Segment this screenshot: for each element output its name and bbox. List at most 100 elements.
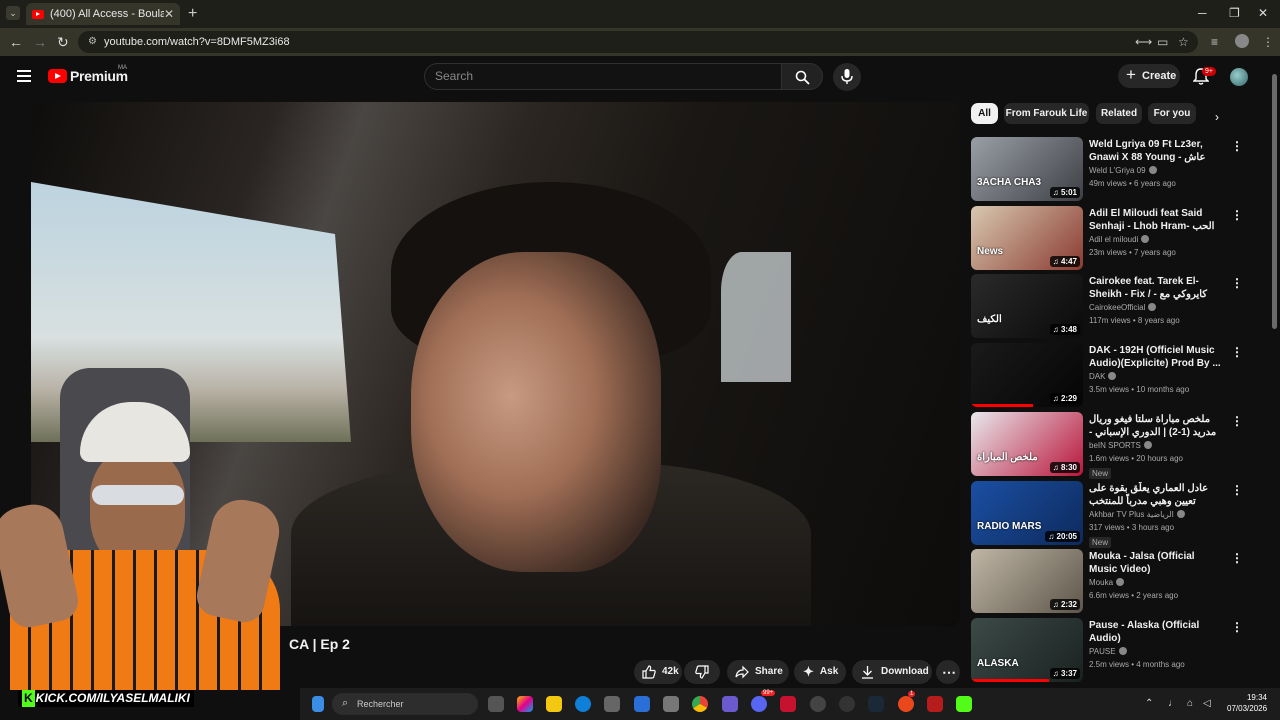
file-explorer-icon[interactable] bbox=[546, 696, 562, 712]
more-options-icon[interactable]: ⋮ bbox=[1231, 620, 1243, 634]
profile-avatar[interactable] bbox=[1235, 34, 1249, 48]
dislike-button[interactable] bbox=[684, 660, 720, 684]
video-thumbnail[interactable]: 3ACHA CHA3 ♫ 5:01 bbox=[971, 137, 1083, 201]
recommendation-title[interactable]: Adil El Miloudi feat Said Senhaji - Lhob… bbox=[1089, 207, 1223, 234]
obs-icon[interactable] bbox=[810, 696, 826, 712]
edge-icon[interactable] bbox=[575, 696, 591, 712]
discord-icon[interactable] bbox=[751, 696, 767, 712]
chips-next-icon[interactable]: › bbox=[1215, 110, 1219, 124]
channel-row[interactable]: Akhbar TV Plus الرياضية bbox=[1089, 510, 1185, 519]
more-actions-button[interactable]: ⋯ bbox=[936, 660, 960, 684]
search-input[interactable]: Search bbox=[424, 63, 782, 90]
recommendation-item[interactable]: ♫ 2:32 Mouka - Jalsa (Official Music Vide… bbox=[971, 549, 1271, 613]
channel-row[interactable]: Mouka bbox=[1089, 578, 1125, 587]
video-thumbnail[interactable]: News ♫ 4:47 bbox=[971, 206, 1083, 270]
tray-chevron-icon[interactable]: ⌃ bbox=[1145, 698, 1153, 709]
channel-row[interactable]: CairokeeOfficial bbox=[1089, 303, 1157, 312]
ask-button[interactable]: ✦ Ask bbox=[794, 660, 846, 684]
start-icon[interactable] bbox=[312, 696, 324, 712]
forward-icon[interactable]: → bbox=[33, 34, 47, 50]
app-2-icon[interactable] bbox=[839, 696, 855, 712]
reading-list-icon[interactable]: ≡ bbox=[1211, 35, 1218, 49]
channel-row[interactable]: Adil el miloudi bbox=[1089, 235, 1150, 244]
taskbar-search[interactable]: Rechercher bbox=[332, 693, 478, 715]
minimize-icon[interactable]: ─ bbox=[1198, 6, 1207, 20]
video-thumbnail[interactable]: الكيف ♫ 3:48 bbox=[971, 274, 1083, 338]
voice-search-button[interactable] bbox=[833, 63, 861, 91]
recommendation-item[interactable]: ALASKA ♫ 3:37 Pause - Alaska (Official Aud… bbox=[971, 618, 1271, 682]
channel-row[interactable]: DAK bbox=[1089, 372, 1117, 381]
video-thumbnail[interactable]: ♫ 2:29 bbox=[971, 343, 1083, 407]
recommendation-title[interactable]: Weld Lgriya 09 Ft Lz3er, Gnawi X 88 Youn… bbox=[1089, 138, 1223, 165]
more-options-icon[interactable]: ⋮ bbox=[1231, 208, 1243, 222]
store-icon[interactable] bbox=[604, 696, 620, 712]
recommendation-item[interactable]: RADIO MARS ♫ 20:05 عادل العماري يعلّق بقوة… bbox=[971, 481, 1271, 548]
url-field[interactable]: youtube.com/watch?v=8DMF5MZ3i68 bbox=[78, 31, 1198, 53]
video-thumbnail[interactable]: ALASKA ♫ 3:37 bbox=[971, 618, 1083, 682]
app-icon[interactable] bbox=[663, 696, 679, 712]
system-clock[interactable]: 19:34 07/03/2026 bbox=[1227, 692, 1267, 714]
new-tab-button[interactable]: + bbox=[188, 5, 197, 23]
volume-icon[interactable]: ◁ bbox=[1203, 698, 1211, 709]
recommendation-item[interactable]: ملخص المباراة ♫ 8:30 ملخص مباراة سلتا فيغو… bbox=[971, 412, 1271, 479]
site-info-icon[interactable]: ⚙ bbox=[88, 36, 97, 47]
download-button[interactable]: Download bbox=[852, 660, 932, 684]
back-icon[interactable]: ← bbox=[9, 34, 23, 50]
chrome-icon[interactable] bbox=[692, 696, 708, 712]
recommendation-item[interactable]: 3ACHA CHA3 ♫ 5:01 Weld Lgriya 09 Ft Lz3er,… bbox=[971, 137, 1271, 201]
guide-menu-icon[interactable] bbox=[17, 70, 31, 82]
share-button[interactable]: Share bbox=[727, 660, 789, 684]
recommendation-item[interactable]: News ♫ 4:47 Adil El Miloudi feat Said Senh… bbox=[971, 206, 1271, 270]
more-options-icon[interactable]: ⋮ bbox=[1231, 139, 1243, 153]
account-avatar[interactable] bbox=[1230, 68, 1248, 86]
task-view-icon[interactable] bbox=[488, 696, 504, 712]
tab-search-button[interactable]: ⌄ bbox=[6, 6, 20, 20]
chip-from-farouk-life[interactable]: From Farouk Life bbox=[1004, 103, 1089, 124]
close-window-icon[interactable]: ✕ bbox=[1258, 6, 1268, 20]
browser-tab-active[interactable]: (400) All Access - Boulacsout | L ✕ bbox=[26, 3, 180, 25]
games-icon[interactable] bbox=[722, 696, 738, 712]
recommendation-title[interactable]: Cairokee feat. Tarek El-Sheikh - Fix / -… bbox=[1089, 275, 1223, 302]
youtube-premium-logo[interactable]: Premium MA bbox=[48, 65, 128, 84]
steam-icon[interactable] bbox=[868, 696, 884, 712]
scrollbar[interactable] bbox=[1270, 58, 1278, 678]
chip-all[interactable]: All bbox=[971, 103, 998, 124]
more-options-icon[interactable]: ⋮ bbox=[1231, 276, 1243, 290]
recommendation-title[interactable]: ملخص مباراة سلتا فيغو وريال مدريد (1-2) … bbox=[1089, 413, 1223, 440]
app-4-icon[interactable] bbox=[927, 696, 943, 712]
video-thumbnail[interactable]: ملخص المباراة ♫ 8:30 bbox=[971, 412, 1083, 476]
tab-close-icon[interactable]: ✕ bbox=[164, 7, 174, 21]
restore-icon[interactable]: ❐ bbox=[1229, 6, 1240, 20]
like-button[interactable]: 42k bbox=[634, 660, 682, 684]
browser-menu-icon[interactable]: ⋮ bbox=[1262, 35, 1274, 49]
copilot-icon[interactable] bbox=[517, 696, 533, 712]
cast-icon[interactable]: ▭ bbox=[1157, 35, 1168, 49]
channel-row[interactable]: beIN SPORTS bbox=[1089, 441, 1152, 450]
video-thumbnail[interactable]: RADIO MARS ♫ 20:05 bbox=[971, 481, 1083, 545]
recommendation-title[interactable]: DAK - 192H (Officiel Music Audio)(Explic… bbox=[1089, 344, 1223, 370]
scrollbar-thumb[interactable] bbox=[1272, 74, 1277, 329]
channel-row[interactable]: Weld L'Griya 09 bbox=[1089, 166, 1157, 175]
more-options-icon[interactable]: ⋮ bbox=[1231, 414, 1243, 428]
bookmark-star-icon[interactable]: ☆ bbox=[1178, 35, 1189, 49]
chip-for-you[interactable]: For you bbox=[1148, 103, 1196, 124]
chip-related[interactable]: Related bbox=[1096, 103, 1142, 124]
search-button[interactable] bbox=[781, 63, 823, 90]
outlook-icon[interactable] bbox=[634, 696, 650, 712]
translate-icon[interactable]: ⟷ bbox=[1135, 35, 1152, 49]
app-3-icon[interactable] bbox=[898, 696, 914, 712]
video-thumbnail[interactable]: ♫ 2:32 bbox=[971, 549, 1083, 613]
recommendation-title[interactable]: عادل العماري يعلّق بقوة على تعيين وهبي م… bbox=[1089, 482, 1223, 509]
recommendation-title[interactable]: Pause - Alaska (Official Audio) bbox=[1089, 619, 1223, 645]
more-options-icon[interactable]: ⋮ bbox=[1231, 483, 1243, 497]
adobe-icon[interactable] bbox=[780, 696, 796, 712]
reload-icon[interactable]: ↻ bbox=[57, 34, 69, 51]
create-button[interactable]: Create bbox=[1118, 63, 1180, 88]
network-icon[interactable]: ⌂ bbox=[1187, 698, 1193, 709]
microphone-tray-icon[interactable]: ♩ bbox=[1168, 698, 1178, 709]
channel-row[interactable]: PAUSE bbox=[1089, 647, 1127, 656]
recommendation-title[interactable]: Mouka - Jalsa (Official Music Video) bbox=[1089, 550, 1223, 576]
recommendation-item[interactable]: الكيف ♫ 3:48 Cairokee feat. Tarek El-Sheik… bbox=[971, 274, 1271, 338]
kick-app-icon[interactable] bbox=[956, 696, 972, 712]
recommendation-item[interactable]: ♫ 2:29 DAK - 192H (Officiel Music Audio)(… bbox=[971, 343, 1271, 407]
